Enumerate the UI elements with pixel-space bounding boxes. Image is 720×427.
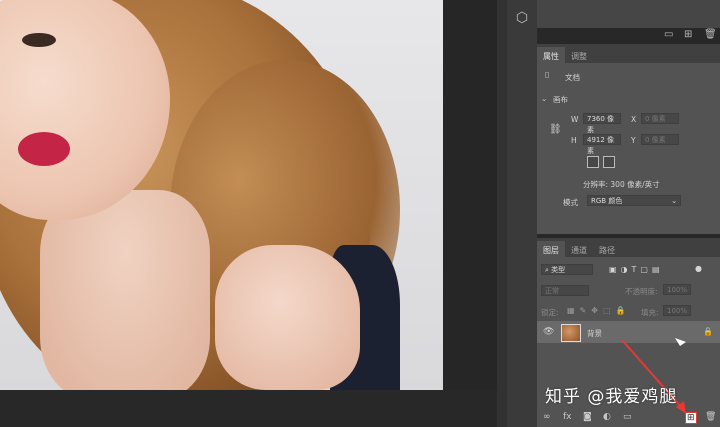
cursor-icon <box>675 338 686 346</box>
red-arrow-annotation <box>621 338 686 414</box>
delete-layer-icon[interactable]: 🗑 <box>705 412 716 422</box>
watermark-text: 知乎 @我爱鸡腿 <box>545 387 678 407</box>
layers-bottom-toolbar: ∞ fx ◙ ◐ ▭ ⊞ 🗑 <box>537 412 720 427</box>
group-folder-icon[interactable]: ▭ <box>623 412 632 422</box>
new-layer-icon[interactable]: ⊞ <box>685 412 697 424</box>
fx-icon[interactable]: fx <box>563 412 572 422</box>
mask-icon[interactable]: ◙ <box>583 412 592 422</box>
link-layers-icon[interactable]: ∞ <box>543 412 551 422</box>
adjustment-icon[interactable]: ◐ <box>603 412 611 422</box>
